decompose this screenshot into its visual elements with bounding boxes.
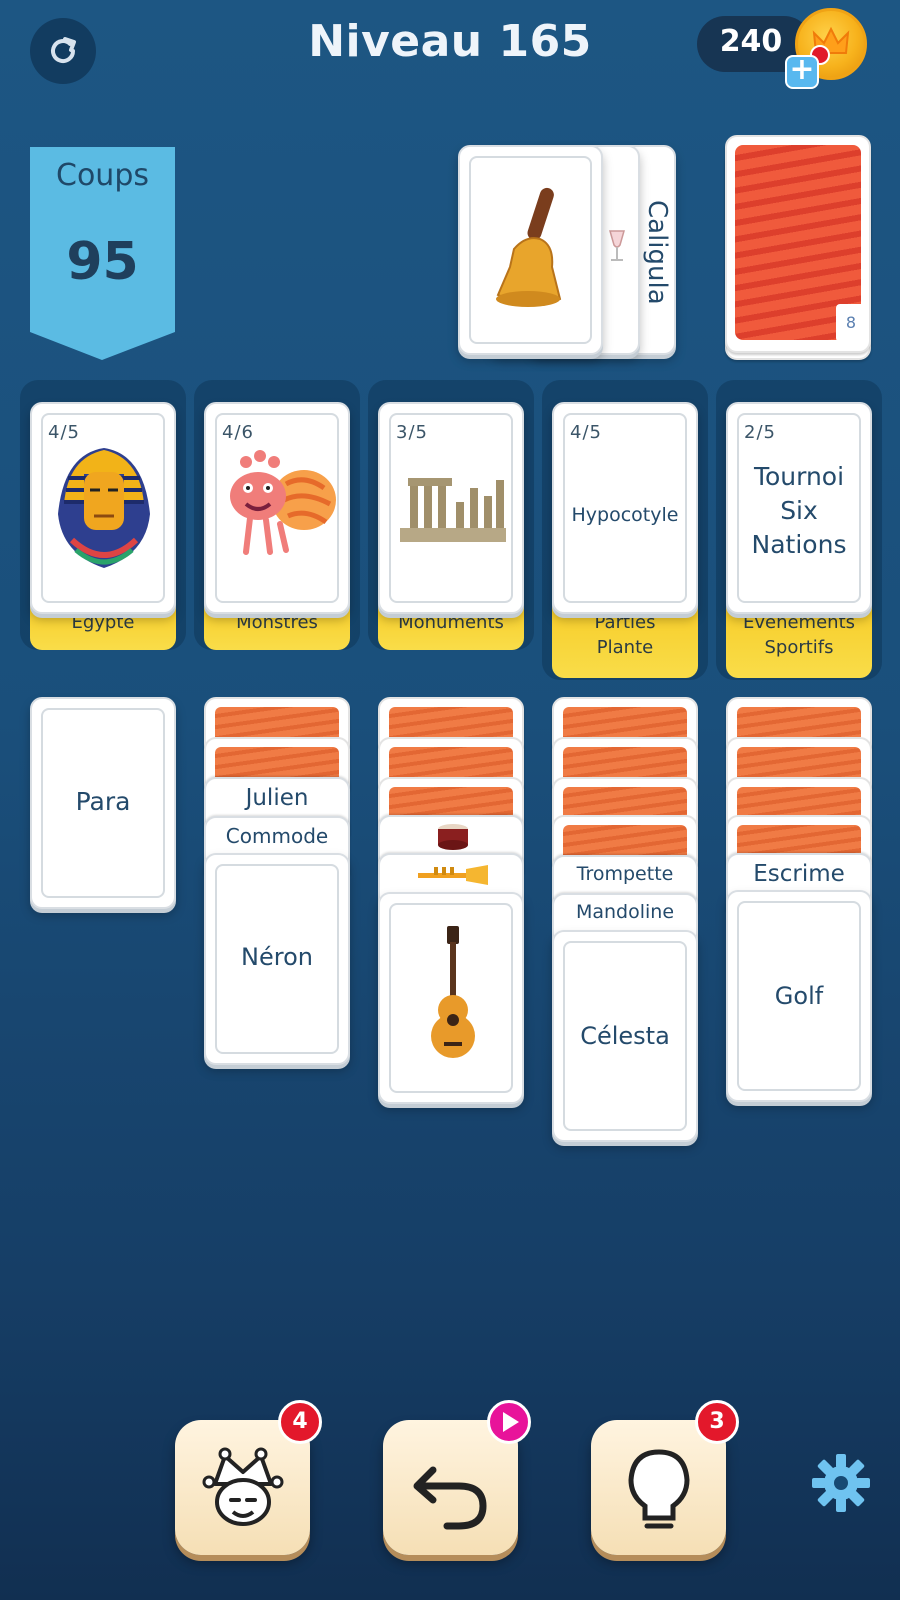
coin-count: 240	[719, 24, 783, 59]
category-card-evenements-sportifs[interactable]: 2/5 Tournoi Six Nations	[726, 402, 872, 614]
wine-glass-icon	[609, 230, 625, 261]
moves-value: 95	[66, 232, 139, 292]
card-back-pattern	[737, 707, 861, 737]
card-back-pattern	[389, 747, 513, 777]
column3-card-guitar[interactable]	[378, 892, 524, 1104]
video-ad-badge	[487, 1400, 531, 1444]
lightbulb-icon	[627, 1448, 690, 1528]
card-back-pattern	[215, 747, 339, 777]
trumpet-icon	[418, 865, 488, 885]
bell-icon	[496, 187, 562, 307]
gear-icon	[812, 1454, 870, 1512]
joker-badge: 4	[278, 1400, 322, 1444]
column4-card-celesta[interactable]: Célesta	[552, 930, 698, 1142]
category-count: 2/5	[744, 422, 776, 443]
card-back-pattern	[389, 707, 513, 737]
card-back-pattern	[563, 707, 687, 737]
jester-icon	[202, 1447, 283, 1526]
column1-card-para[interactable]: Para	[30, 697, 176, 909]
column2-card-neron[interactable]: Néron	[204, 853, 350, 1065]
card-back-pattern	[737, 825, 861, 855]
card-text: Escrime	[753, 861, 845, 887]
ruins-icon	[400, 478, 506, 542]
category-count: 4/5	[570, 422, 602, 443]
card-back-pattern	[737, 787, 861, 817]
card-back-pattern	[563, 787, 687, 817]
card-text: Golf	[774, 982, 824, 1010]
category-count: 4/6	[222, 422, 254, 443]
hint-badge: 3	[695, 1400, 739, 1444]
category-count: 4/5	[48, 422, 80, 443]
add-coins-button[interactable]: +	[785, 55, 819, 89]
column5-card-golf[interactable]: Golf	[726, 890, 872, 1102]
undo-icon	[413, 1466, 486, 1529]
card-back-pattern	[737, 747, 861, 777]
category-card-monstres[interactable]: 4/6	[204, 402, 350, 614]
card-back-pattern	[389, 787, 513, 817]
card-back-pattern	[563, 825, 687, 855]
card-text: Para	[75, 787, 131, 816]
card-back-pattern	[563, 747, 687, 777]
stock-count: 8	[836, 304, 866, 342]
waste-card-top[interactable]	[458, 145, 603, 355]
waste-card-label: Caligula	[642, 199, 672, 305]
settings-button[interactable]	[808, 1450, 874, 1516]
card-back-pattern	[215, 707, 339, 737]
category-card-text: Hypocotyle	[571, 504, 679, 526]
moves-label: Coups	[56, 158, 149, 193]
category-card-parties-plante[interactable]: 4/5 Hypocotyle	[552, 402, 698, 614]
card-text: Commode	[225, 824, 329, 848]
guitar-icon	[431, 926, 475, 1058]
card-text: Célesta	[580, 1022, 670, 1050]
pharaoh-icon	[58, 448, 150, 568]
card-text: Julien	[245, 785, 309, 811]
category-card-egypte[interactable]: 4/5	[30, 402, 176, 614]
category-count: 3/5	[396, 422, 428, 443]
category-card-monuments[interactable]: 3/5	[378, 402, 524, 614]
monster-icon	[230, 450, 336, 555]
category-card-text: Tournoi Six Nations	[751, 462, 847, 559]
card-text: Mandoline	[575, 901, 675, 923]
card-text: Néron	[241, 943, 313, 971]
play-icon	[503, 1412, 519, 1432]
drum-icon	[438, 824, 468, 850]
card-text: Trompette	[576, 863, 674, 885]
